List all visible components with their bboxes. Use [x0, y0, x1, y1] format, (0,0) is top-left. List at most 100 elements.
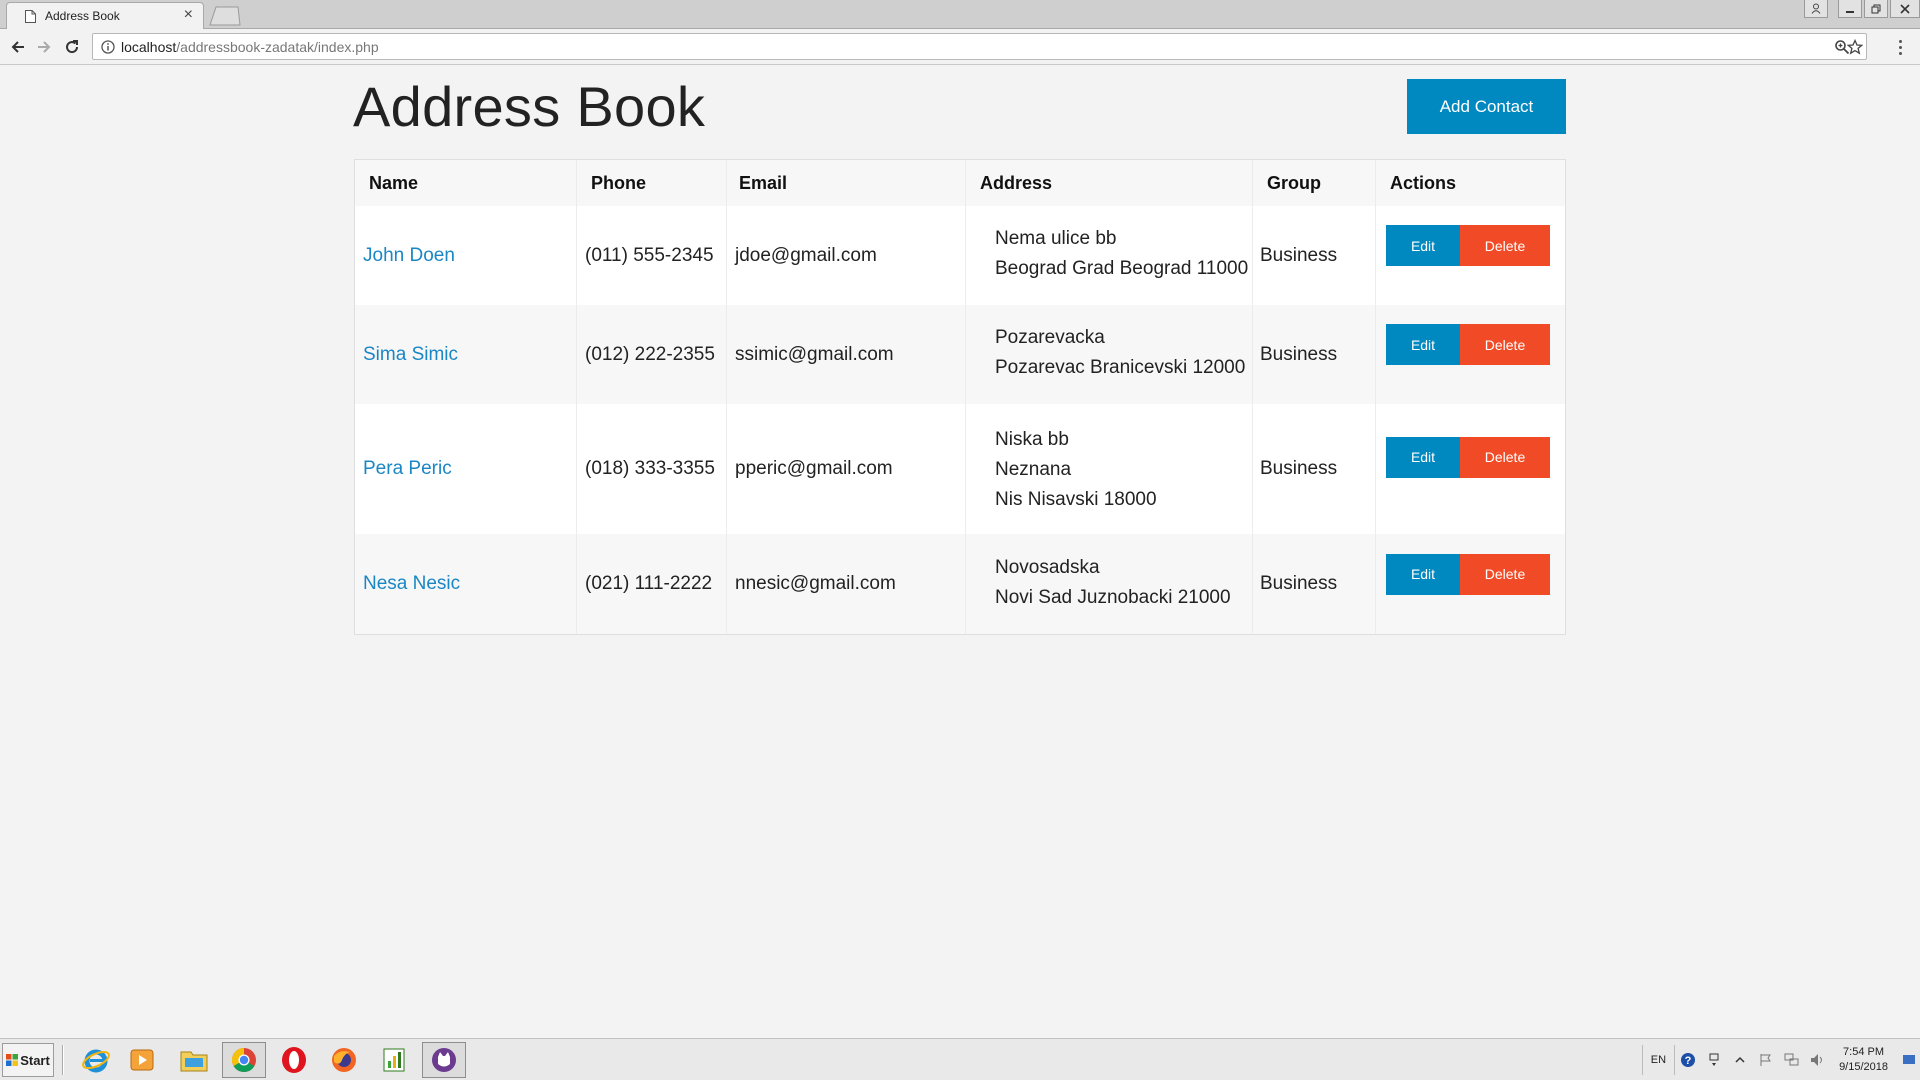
clock-date: 9/15/2018	[1839, 1061, 1888, 1073]
purple-app-icon[interactable]	[422, 1042, 466, 1078]
network-status-icon[interactable]	[1705, 1051, 1723, 1069]
minimize-icon[interactable]	[1838, 0, 1862, 18]
add-contact-button[interactable]: Add Contact	[1407, 79, 1566, 134]
new-tab-button[interactable]	[208, 6, 242, 26]
phone-cell: (018) 333-3355	[577, 404, 727, 534]
chrome-icon[interactable]	[222, 1042, 266, 1078]
header-name: Name	[355, 160, 577, 206]
browser-menu-icon[interactable]	[1890, 37, 1910, 57]
window-controls	[1804, 0, 1920, 18]
profile-icon[interactable]	[1804, 0, 1828, 18]
address-bar[interactable]: localhost/addressbook-zadatak/index.php	[92, 33, 1867, 60]
taskbar-separator	[62, 1045, 64, 1075]
actions-cell: Edit Delete	[1376, 534, 1565, 634]
browser-tab[interactable]: Address Book ×	[6, 2, 204, 29]
file-explorer-icon[interactable]	[172, 1042, 216, 1078]
sheet-app-icon[interactable]	[372, 1042, 416, 1078]
edit-button[interactable]: Edit	[1386, 553, 1460, 595]
group-cell: Business	[1253, 404, 1376, 534]
language-indicator[interactable]: EN	[1641, 1045, 1676, 1075]
email-cell: nnesic@gmail.com	[727, 534, 966, 634]
media-player-icon[interactable]	[120, 1042, 164, 1078]
email-cell: jdoe@gmail.com	[727, 206, 966, 305]
opera-icon[interactable]	[272, 1042, 316, 1078]
clock-time: 7:54 PM	[1843, 1046, 1885, 1058]
action-center-flag-icon[interactable]	[1757, 1051, 1775, 1069]
group-cell: Business	[1253, 305, 1376, 404]
bookmark-star-icon[interactable]	[1847, 39, 1863, 55]
edit-button[interactable]: Edit	[1386, 324, 1460, 365]
address-cell: Niska bb Neznana Nis Nisavski 18000	[966, 404, 1253, 534]
address-line: Novi Sad Juznobacki 21000	[995, 586, 1231, 608]
header-phone: Phone	[577, 160, 727, 206]
header-actions: Actions	[1390, 172, 1457, 193]
header-email: Email	[727, 160, 966, 206]
start-label: Start	[20, 1052, 50, 1068]
back-icon[interactable]	[8, 37, 28, 57]
tab-close-icon[interactable]: ×	[184, 6, 193, 24]
group-cell: Business	[1253, 206, 1376, 305]
browser-tabstrip: Address Book ×	[0, 0, 1920, 29]
page-icon	[25, 10, 36, 23]
actions-cell: Edit Delete	[1376, 404, 1565, 534]
actions-cell: Edit Delete	[1376, 206, 1565, 305]
edit-button[interactable]: Edit	[1386, 225, 1460, 266]
delete-button[interactable]: Delete	[1460, 553, 1550, 595]
info-icon[interactable]	[101, 40, 115, 54]
clock[interactable]: 7:54 PM 9/15/2018	[1831, 1045, 1896, 1075]
phone-cell: (011) 555-2345	[577, 206, 727, 305]
address-line: Novosadska	[995, 556, 1100, 578]
group-cell: Business	[1253, 534, 1376, 634]
delete-button[interactable]: Delete	[1460, 324, 1550, 365]
address-line: Niska bb	[995, 428, 1069, 450]
internet-explorer-icon[interactable]	[74, 1042, 118, 1078]
email-cell: pperic@gmail.com	[727, 404, 966, 534]
contact-name-link[interactable]: Pera Peric	[363, 458, 452, 480]
address-line: Beograd Grad Beograd 11000	[995, 258, 1249, 279]
start-button[interactable]: Start	[2, 1043, 54, 1077]
network-icon[interactable]	[1783, 1051, 1801, 1069]
phone-cell: (021) 111-2222	[577, 534, 727, 634]
svg-text:?: ?	[1685, 1055, 1692, 1067]
show-hidden-icons-icon[interactable]	[1731, 1051, 1749, 1069]
contact-name-link[interactable]: Nesa Nesic	[363, 573, 460, 595]
tab-title: Address Book	[45, 9, 120, 23]
edit-button[interactable]: Edit	[1386, 436, 1460, 478]
page-title: Address Book	[353, 75, 706, 138]
browser-toolbar: localhost/addressbook-zadatak/index.php	[0, 29, 1920, 65]
header-address: Address	[966, 160, 1253, 206]
table-header-row: Name Phone Email Address Group Actions	[355, 160, 1565, 206]
forward-icon[interactable]	[34, 37, 54, 57]
email-cell: ssimic@gmail.com	[727, 305, 966, 404]
contact-name-link[interactable]: Sima Simic	[363, 344, 458, 366]
url-host: localhost	[121, 39, 177, 55]
show-desktop-icon[interactable]	[1900, 1051, 1918, 1069]
restore-icon[interactable]	[1864, 0, 1888, 18]
actions-cell: Edit Delete	[1376, 305, 1565, 404]
url-text: localhost/addressbook-zadatak/index.php	[121, 39, 379, 55]
volume-icon[interactable]	[1809, 1051, 1827, 1069]
address-cell: Nema ulice bb Beograd Grad Beograd 11000	[966, 206, 1253, 305]
close-window-icon[interactable]	[1890, 0, 1920, 18]
phone-cell: (012) 222-2355	[577, 305, 727, 404]
delete-button[interactable]: Delete	[1460, 436, 1550, 478]
address-line: Nis Nisavski 18000	[995, 488, 1157, 510]
header-group: Group	[1253, 160, 1376, 206]
address-cell: Novosadska Novi Sad Juznobacki 21000	[966, 534, 1253, 634]
contact-name-link[interactable]: John Doen	[363, 245, 455, 267]
reload-icon[interactable]	[62, 37, 82, 57]
system-tray: EN ? 7:54 PM 9/15/2018	[1641, 1039, 1920, 1080]
table-row: John Doen (011) 555-2345 jdoe@gmail.com …	[355, 206, 1565, 305]
firefox-icon[interactable]	[322, 1042, 366, 1078]
address-line: Pozarevac Branicevski 12000	[995, 357, 1246, 378]
help-icon[interactable]: ?	[1679, 1051, 1697, 1069]
address-line: Nema ulice bb	[995, 228, 1117, 249]
contacts-table: Name Phone Email Address Group Actions J…	[354, 159, 1566, 635]
taskbar: Start EN ? 7:54 PM 9/15/2018	[0, 1038, 1920, 1080]
address-line: Neznana	[995, 458, 1072, 480]
delete-button[interactable]: Delete	[1460, 225, 1550, 266]
windows-logo-icon	[6, 1054, 19, 1066]
url-path: /addressbook-zadatak/index.php	[176, 39, 379, 55]
address-cell: Pozarevacka Pozarevac Branicevski 12000	[966, 305, 1253, 404]
table-row: Pera Peric (018) 333-3355 pperic@gmail.c…	[355, 404, 1565, 534]
